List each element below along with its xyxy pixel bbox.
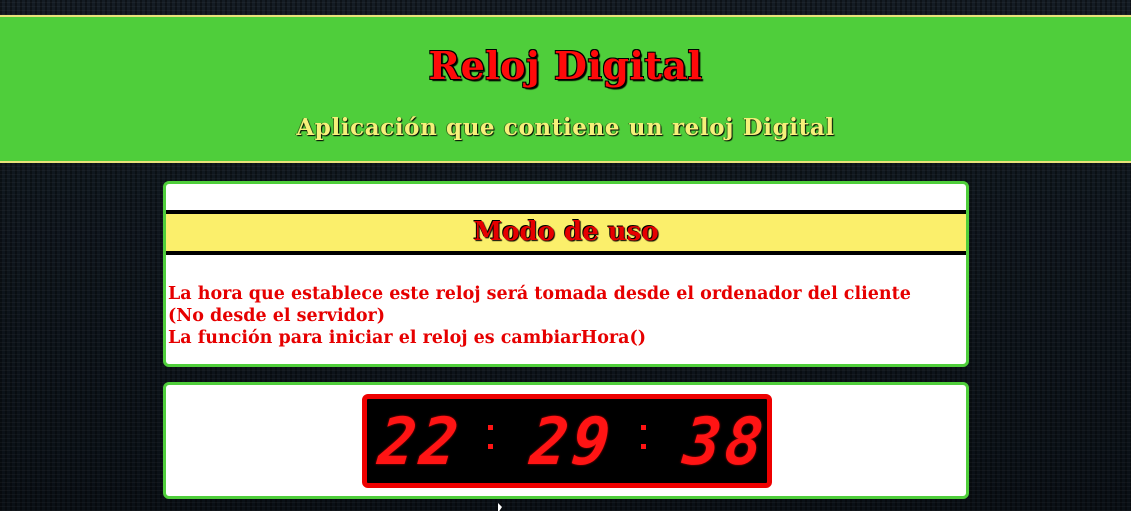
- page-subtitle: Aplicación que contiene un reloj Digital: [296, 114, 835, 141]
- clock-minutes: 29: [527, 403, 618, 480]
- page-header: Reloj Digital Aplicación que contiene un…: [0, 15, 1131, 163]
- usage-panel: Modo de uso La hora que establece este r…: [163, 181, 969, 367]
- usage-title-bar: Modo de uso: [166, 210, 966, 255]
- clock-seconds: 38: [680, 403, 771, 480]
- usage-line: La hora que establece este reloj será to…: [168, 284, 911, 304]
- usage-description: La hora que establece este reloj será to…: [168, 283, 958, 349]
- usage-line: (No desde el servidor): [168, 306, 386, 326]
- digital-clock-display: 22 29 38: [362, 394, 772, 488]
- clock-hours: 22: [375, 403, 466, 480]
- clock-panel: 22 29 38: [163, 382, 969, 499]
- usage-line: La función para iniciar el reloj es camb…: [168, 328, 647, 348]
- page-title: Reloj Digital: [428, 43, 703, 88]
- mouse-cursor-icon: [498, 503, 502, 511]
- usage-title: Modo de uso: [473, 217, 659, 247]
- clock-separator: [641, 425, 647, 449]
- clock-separator: [488, 425, 494, 449]
